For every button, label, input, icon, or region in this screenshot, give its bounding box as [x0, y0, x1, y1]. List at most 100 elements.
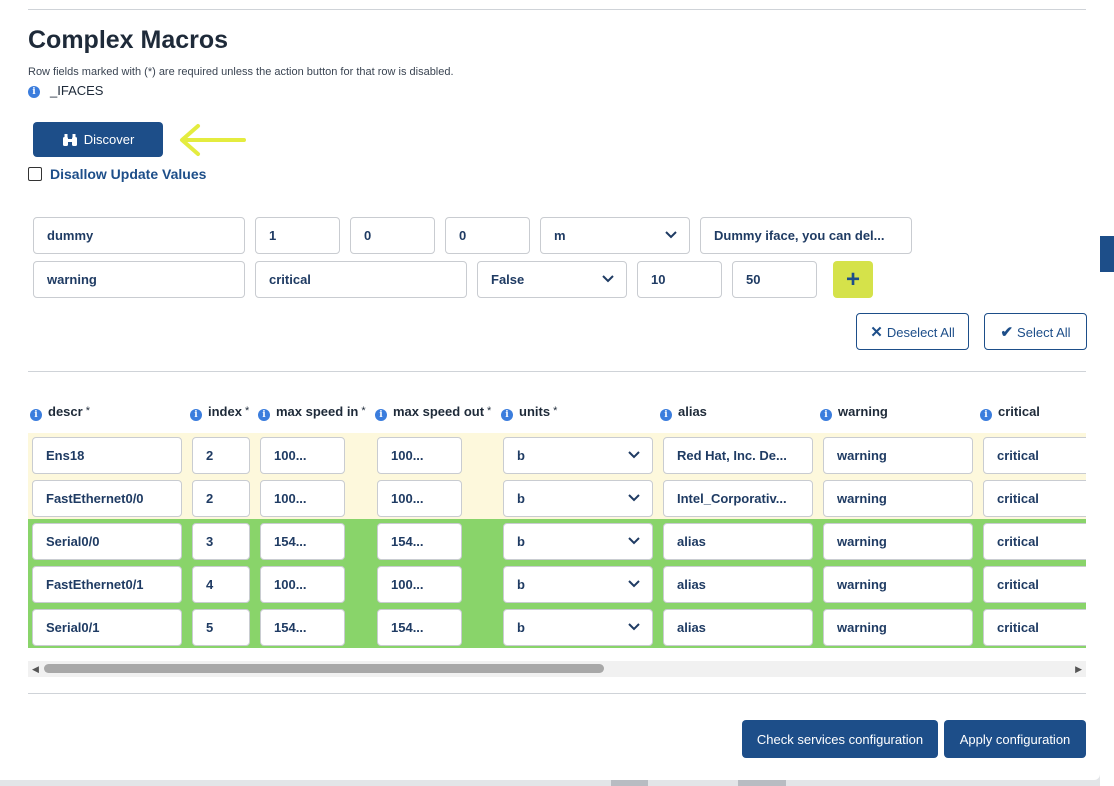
descr-input[interactable]: FastEthernet0/1 — [32, 566, 182, 603]
chevron-down-icon — [628, 623, 640, 631]
info-icon[interactable]: i — [30, 409, 42, 421]
warning-input[interactable]: warning — [823, 566, 973, 603]
top-divider — [28, 9, 1086, 10]
table-row[interactable]: Ens18 2 100... 100... b Red Hat, Inc. De… — [28, 433, 1086, 476]
table-horizontal-scrollbar[interactable]: ◀ ▶ — [28, 661, 1086, 677]
add-row-button[interactable]: + — [833, 261, 873, 298]
max-speed-in-input[interactable]: 154... — [260, 523, 345, 560]
new-max-speed-out-input[interactable]: 0 — [445, 217, 530, 254]
critical-input[interactable]: critical — [983, 523, 1086, 560]
critical-input[interactable]: critical — [983, 566, 1086, 603]
descr-input[interactable]: FastEthernet0/0 — [32, 480, 182, 517]
new-warning-input[interactable]: warning — [33, 261, 245, 298]
disallow-update-label: Disallow Update Values — [50, 166, 207, 182]
max-speed-out-input[interactable]: 100... — [377, 480, 462, 517]
table-row[interactable]: Serial0/1 5 154... 154... b alias warnin… — [28, 605, 1086, 648]
column-header-index: i index * — [190, 404, 249, 421]
chevron-down-icon — [602, 275, 614, 283]
alias-input[interactable]: Red Hat, Inc. De... — [663, 437, 813, 474]
column-header-descr: i descr * — [30, 404, 90, 421]
new-critical-input[interactable]: critical — [255, 261, 467, 298]
complex-macros-modal: Complex Macros Row fields marked with (*… — [0, 0, 1100, 780]
warning-input[interactable]: warning — [823, 523, 973, 560]
index-input[interactable]: 2 — [192, 437, 250, 474]
alias-input[interactable]: alias — [663, 609, 813, 646]
new-descr-input[interactable]: dummy — [33, 217, 245, 254]
max-speed-in-input[interactable]: 100... — [260, 437, 345, 474]
info-icon[interactable]: i — [375, 409, 387, 421]
macro-rows-table: Ens18 2 100... 100... b Red Hat, Inc. De… — [28, 433, 1086, 651]
column-header-units: i units * — [501, 404, 557, 421]
index-input[interactable]: 5 — [192, 609, 250, 646]
info-icon[interactable]: i — [28, 86, 40, 98]
critical-input[interactable]: critical — [983, 480, 1086, 517]
deselect-all-button[interactable]: ✕ Deselect All — [856, 313, 969, 350]
index-input[interactable]: 4 — [192, 566, 250, 603]
column-header-max-speed-out: i max speed out * — [375, 404, 491, 421]
page-title: Complex Macros — [28, 26, 229, 54]
new-index-input[interactable]: 1 — [255, 217, 340, 254]
critical-input[interactable]: critical — [983, 437, 1086, 474]
chevron-down-icon — [665, 231, 677, 239]
critical-input[interactable]: critical — [983, 609, 1086, 646]
max-speed-in-input[interactable]: 100... — [260, 566, 345, 603]
apply-configuration-button[interactable]: Apply configuration — [944, 720, 1086, 758]
check-icon: ✔ — [1000, 323, 1014, 341]
info-icon[interactable]: i — [980, 409, 992, 421]
units-select[interactable]: b — [503, 566, 653, 603]
discover-button[interactable]: Discover — [33, 122, 163, 157]
check-services-button[interactable]: Check services configuration — [742, 720, 938, 758]
max-speed-out-input[interactable]: 154... — [377, 523, 462, 560]
discover-label: Discover — [83, 132, 135, 147]
chevron-down-icon — [628, 537, 640, 545]
warning-input[interactable]: warning — [823, 480, 973, 517]
max-speed-in-input[interactable]: 154... — [260, 609, 345, 646]
table-row[interactable]: Serial0/0 3 154... 154... b alias warnin… — [28, 519, 1086, 562]
scroll-left-icon[interactable]: ◀ — [32, 664, 39, 675]
descr-input[interactable]: Serial0/1 — [32, 609, 182, 646]
units-select[interactable]: b — [503, 480, 653, 517]
max-speed-out-input[interactable]: 100... — [377, 437, 462, 474]
warning-input[interactable]: warning — [823, 437, 973, 474]
disallow-update-option[interactable]: Disallow Update Values — [28, 166, 206, 182]
background-tab — [738, 780, 786, 786]
index-input[interactable]: 2 — [192, 480, 250, 517]
new-max-speed-in-input[interactable]: 0 — [350, 217, 435, 254]
close-icon: ✕ — [870, 323, 883, 341]
info-icon[interactable]: i — [501, 409, 513, 421]
new-units-value: m — [554, 228, 566, 243]
required-fields-hint: Row fields marked with (*) are required … — [28, 66, 454, 78]
info-icon[interactable]: i — [660, 409, 672, 421]
disallow-update-checkbox[interactable] — [28, 167, 42, 181]
alias-input[interactable]: alias — [663, 566, 813, 603]
column-header-alias: i alias — [660, 404, 710, 421]
new-flag-value: False — [491, 272, 525, 287]
alias-input[interactable]: Intel_Corporativ... — [663, 480, 813, 517]
info-icon[interactable]: i — [258, 409, 270, 421]
units-select[interactable]: b — [503, 609, 653, 646]
warning-input[interactable]: warning — [823, 609, 973, 646]
table-row[interactable]: FastEthernet0/1 4 100... 100... b alias … — [28, 562, 1086, 605]
scrollbar-thumb[interactable] — [44, 664, 604, 673]
new-units-select[interactable]: m — [540, 217, 690, 254]
alias-input[interactable]: alias — [663, 523, 813, 560]
new-threshold-1-input[interactable]: 10 — [637, 261, 722, 298]
max-speed-out-input[interactable]: 100... — [377, 566, 462, 603]
max-speed-out-input[interactable]: 154... — [377, 609, 462, 646]
units-select[interactable]: b — [503, 523, 653, 560]
max-speed-in-input[interactable]: 100... — [260, 480, 345, 517]
descr-input[interactable]: Serial0/0 — [32, 523, 182, 560]
descr-input[interactable]: Ens18 — [32, 437, 182, 474]
deselect-all-label: Deselect All — [886, 324, 955, 340]
select-all-button[interactable]: ✔ Select All — [984, 313, 1087, 350]
info-icon[interactable]: i — [190, 409, 202, 421]
scroll-right-icon[interactable]: ▶ — [1075, 664, 1082, 675]
new-flag-select[interactable]: False — [477, 261, 627, 298]
index-input[interactable]: 3 — [192, 523, 250, 560]
info-icon[interactable]: i — [820, 409, 832, 421]
units-select[interactable]: b — [503, 437, 653, 474]
binoculars-icon — [62, 134, 77, 146]
table-row[interactable]: FastEthernet0/0 2 100... 100... b Intel_… — [28, 476, 1086, 519]
new-alias-input[interactable]: Dummy iface, you can del... — [700, 217, 912, 254]
new-threshold-2-input[interactable]: 50 — [732, 261, 817, 298]
